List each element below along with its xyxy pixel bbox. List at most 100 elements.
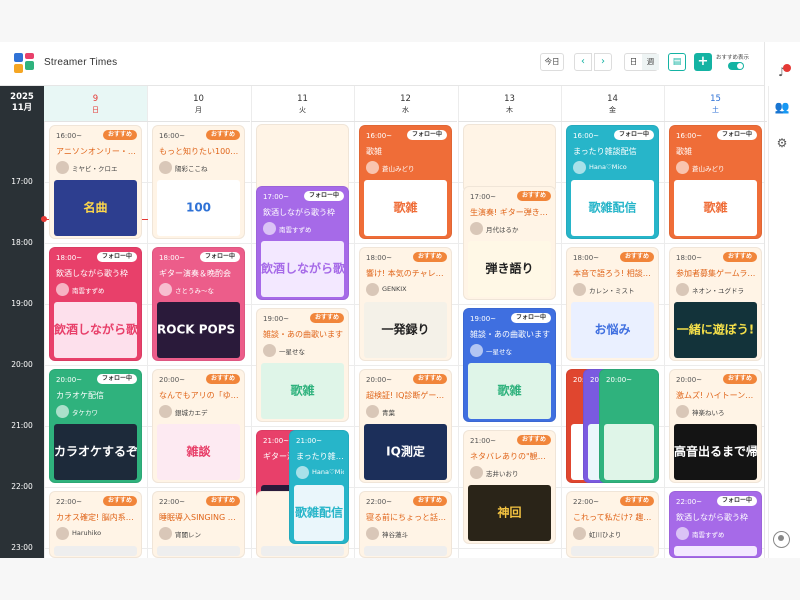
follow-badge: フォロー中 [406, 130, 447, 140]
event-card[interactable]: 16:00~ フォロー中 まったり雑談配信 Hana♡Mico 歌雑配信 [566, 125, 659, 239]
day-header-9[interactable]: 9日 [44, 86, 147, 122]
day-number: 13 [504, 94, 515, 104]
event-time: 18:00~ [159, 254, 186, 262]
event-card[interactable]: 22:00~ おすすめ カオス確定! 脳内系日… Haruhiko [49, 491, 142, 558]
streamer-name: さとうみ～な [175, 287, 214, 295]
hour-label: 22:00 [11, 482, 33, 491]
event-card[interactable]: 16:00~ フォロー中 歌雑 蒼山みどり 歌雑 [359, 125, 452, 239]
logo-icon [14, 53, 36, 75]
event-card[interactable]: 20:00~ おすすめ 超検証! IQ診断ゲーム… 青葉 IQ測定 [359, 369, 452, 483]
streamer-name: Hana♡Mico [312, 468, 344, 476]
thumbnail-caption: ROCK POPS BLUES [157, 323, 240, 337]
event-card[interactable]: 21:00~ まったり雑談配信 Hana♡Mico 歌雑配信 [289, 430, 349, 544]
day-header-12[interactable]: 12 水 [354, 86, 457, 122]
event-title: アニソンオンリー・カラ… [56, 147, 137, 156]
day-header-10[interactable]: 10 月 [147, 86, 250, 122]
streamer-avatar [366, 283, 379, 296]
event-card[interactable]: 22:00~ おすすめ 睡眠導入SINGING S… 宵闇レン [152, 491, 245, 558]
day-header-14[interactable]: 14 金 [561, 86, 664, 122]
day-number: 10 [193, 94, 204, 104]
streamer-avatar [56, 161, 69, 174]
event-title: ギター演奏＆晩酌会 [159, 269, 231, 278]
thumbnail-caption: 一発録り [381, 323, 430, 337]
event-card[interactable]: 19:00~ フォロー中 雑談・あの曲歌います 一星せな 歌雑 [463, 308, 556, 422]
day-header-11[interactable]: 11 火 [251, 86, 354, 122]
day-header-13[interactable]: 13 木 [458, 86, 561, 122]
event-card[interactable]: 21:00~ おすすめ ネタバレありの"観る"… 志井いおり 神回 [463, 430, 556, 544]
day-gridline [664, 86, 665, 558]
event-card[interactable]: 16:00~ おすすめ もっと知りたい100の… 陽彩ここね 100 [152, 125, 245, 239]
prev-week-button[interactable]: ‹ [574, 53, 592, 71]
event-card[interactable]: 20:00~ おすすめなんでもアリの「ゆる雑… 銀城カエデ雑談 [152, 369, 245, 483]
streamer-avatar [366, 161, 379, 174]
day-gridline [458, 86, 459, 558]
people-icon[interactable]: 👥 [774, 99, 790, 115]
event-card[interactable]: 22:00~ おすすめ これって私だけ? 趣味… 虹川ひより [566, 491, 659, 558]
hour-gridline [44, 487, 764, 488]
gear-icon[interactable]: ⚙ [774, 135, 790, 151]
streamer-name: 南雲すずめ [692, 531, 725, 539]
event-card[interactable]: 18:00~ おすすめ 本音で語ろう! 相談&… カレン・ミスト お悩み [566, 247, 659, 361]
recommend-badge: おすすめ [722, 252, 757, 262]
event-card[interactable]: 22:00~ フォロー中 飲酒しながら歌う枠 南雲すずめ [669, 491, 762, 558]
streamer-avatar [676, 161, 689, 174]
day-gridline [251, 86, 252, 558]
event-title: カラオケ配信 [56, 391, 104, 400]
thumbnail-caption: 歌雑配信 [294, 506, 343, 520]
event-time: 16:00~ [56, 132, 83, 140]
day-gridline [768, 86, 769, 558]
event-card[interactable]: 22:00~ おすすめ 寝る前にちょっと話そ… 神谷蓮斗 [359, 491, 452, 558]
add-event-button[interactable]: + [694, 53, 712, 71]
event-card[interactable]: 19:00~ おすすめ 雑談・あの曲歌います 一星せな 歌雑 [256, 308, 349, 422]
event-card[interactable]: 20:00~ [599, 369, 659, 483]
year-label: 2025 [10, 92, 34, 102]
event-thumbnail: 一発録り [364, 302, 447, 358]
day-header-15[interactable]: 15 土 [664, 86, 767, 122]
recommend-badge: おすすめ [412, 496, 447, 506]
event-card[interactable]: 18:00~フォロー中飲酒しながら歌う枠南雲すずめ飲酒しながら歌う枠 [49, 247, 142, 361]
event-card[interactable]: 20:00~ フォロー中 カラオケ配信 タケカワ カラオケするぞ! [49, 369, 142, 483]
streamer-avatar [56, 283, 69, 296]
event-title: 参加者募集ゲームライ… [676, 269, 757, 278]
day-gridline [354, 86, 355, 558]
streamer-avatar [56, 405, 69, 418]
event-title: まったり雑談配信 [296, 452, 344, 461]
event-thumbnail: 飲酒しながら歌う枠 [261, 241, 344, 297]
next-week-button[interactable]: › [594, 53, 612, 71]
thumbnail-caption: 歌雑配信 [588, 201, 637, 215]
event-card[interactable]: 20:00~ おすすめ激ムズ! ハイトーンソ… 神楽ねいろ高音出るまで帰れません [669, 369, 762, 483]
event-card[interactable]: 17:00~フォロー中飲酒しながら歌う枠南雲すずめ飲酒しながら歌う枠 [256, 186, 349, 300]
streamer-name: Haruhiko [72, 529, 102, 537]
event-title: 本音で語ろう! 相談&… [573, 269, 654, 278]
streamer-name: 一星せな [279, 348, 305, 356]
event-card[interactable]: 16:00~ フォロー中 歌雑 蒼山みどり 歌雑 [669, 125, 762, 239]
calendar-export-icon[interactable]: ▤ [668, 53, 686, 71]
event-title: なんでもアリの「ゆる雑… [159, 391, 240, 400]
thumbnail-caption: お悩み [594, 323, 631, 337]
streamer-avatar [263, 222, 276, 235]
today-button[interactable]: 今日 [540, 53, 564, 71]
event-thumbnail: 歌雑 [674, 180, 757, 236]
view-day-button[interactable]: 日 [625, 54, 642, 70]
event-time: 16:00~ [676, 132, 703, 140]
event-card[interactable]: 18:00~ おすすめ 響け! 本気のチャレン… GENKIX 一発録り [359, 247, 452, 361]
event-card[interactable]: 18:00~ フォロー中ギター演奏＆晩酌会さとうみ～な ROCK POPS BLUE… [152, 247, 245, 361]
view-week-button[interactable]: 週 [642, 54, 659, 70]
event-card[interactable]: 17:00~ おすすめ 生演奏! ギター弾き語… 月代はるか 弾き語り [463, 186, 556, 300]
follow-badge: フォロー中 [716, 130, 757, 140]
account-icon[interactable] [773, 531, 790, 548]
streamer-name: 蒼山みどり [382, 165, 415, 173]
event-time: 22:00~ [366, 498, 393, 506]
recommend-toggle-switch[interactable] [728, 62, 744, 70]
event-card[interactable]: カラオケするぞ! [256, 124, 349, 193]
streamer-name: 青葉 [382, 409, 395, 417]
event-card[interactable]: 16:00~ おすすめアニソンオンリー・カラ… ミヤビ・クロエ名曲 [49, 125, 142, 239]
event-title: 歌雑 [366, 147, 382, 156]
streamer-name: 月代はるか [486, 226, 519, 234]
event-card[interactable]: 18:00~ おすすめ 参加者募集ゲームライ… ネオン・ユグドラ 一緒に遊ぼう! [669, 247, 762, 361]
event-card[interactable]: ROCK POPS BLUES [463, 124, 556, 193]
event-thumbnail: ROCK POPS BLUES [157, 302, 240, 358]
thumbnail-caption: 飲酒しながら歌う枠 [54, 323, 137, 337]
event-thumbnail: 歌雑 [364, 180, 447, 236]
recommend-badge: おすすめ [722, 374, 757, 384]
